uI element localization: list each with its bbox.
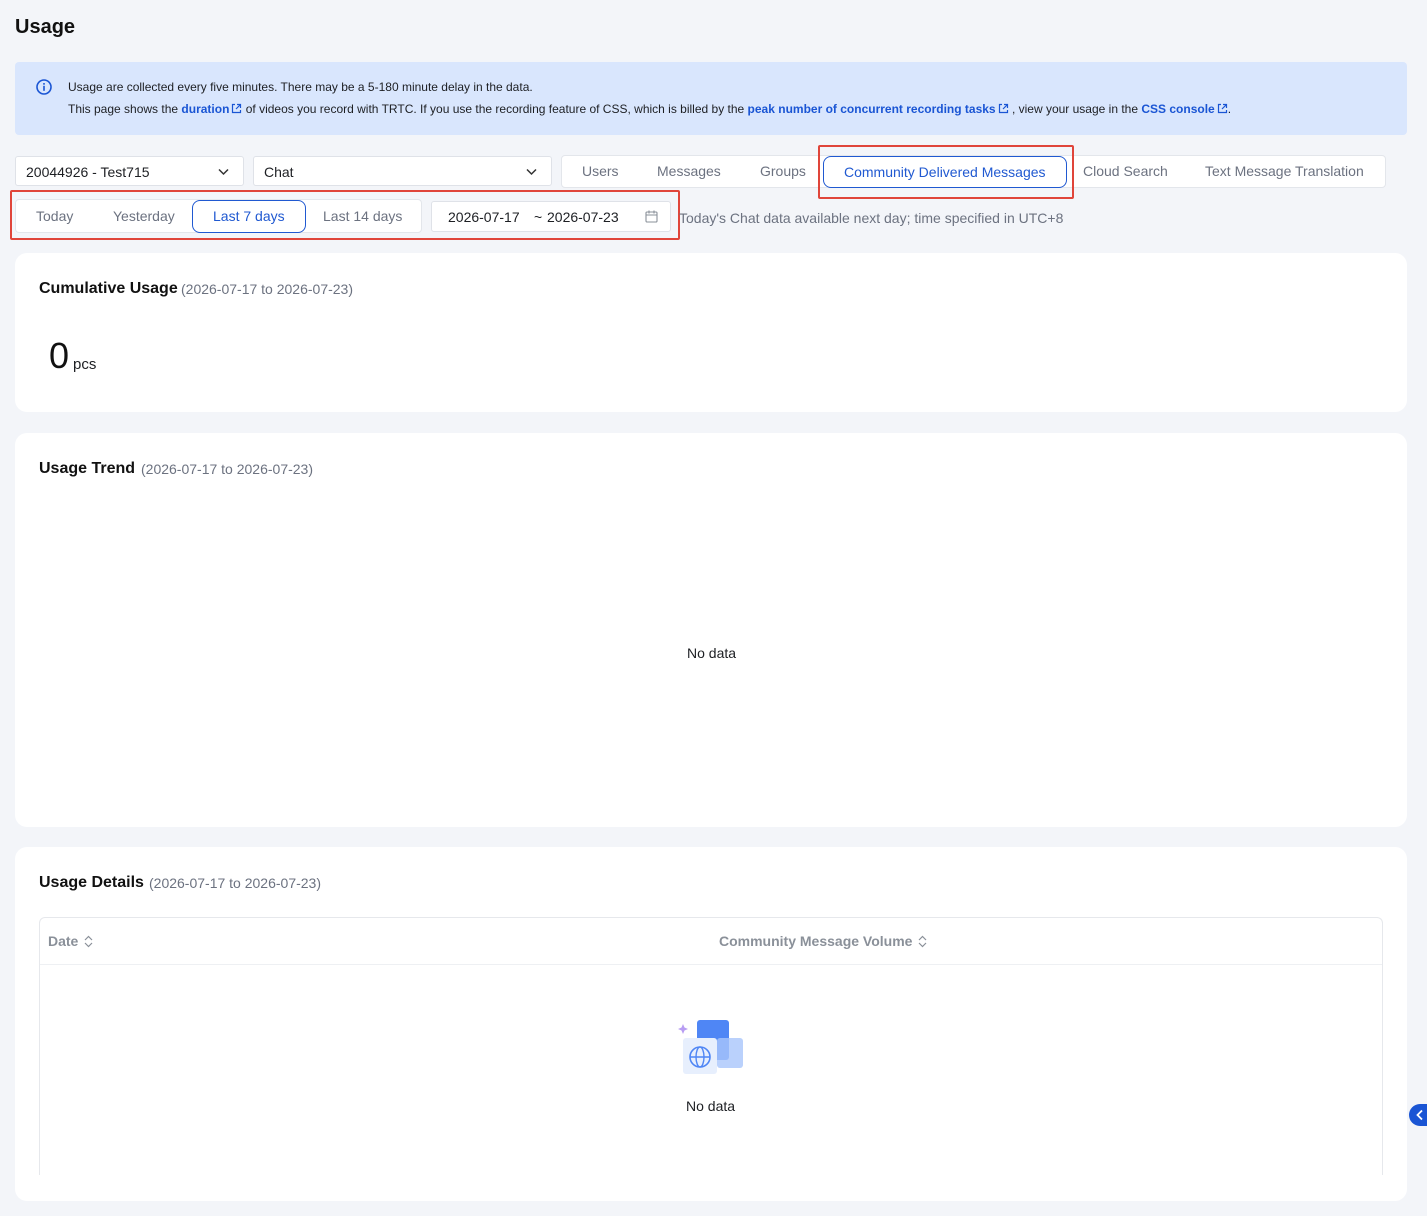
product-select-value: Chat [264, 164, 294, 180]
chevron-left-icon [1416, 1109, 1423, 1121]
start-date: 2026-07-17 [448, 209, 520, 225]
duration-link[interactable]: duration [181, 102, 242, 116]
usage-details-title: Usage Details [39, 874, 144, 891]
usage-details-table: Date Community Message Volume No data [39, 917, 1383, 1175]
app-select[interactable]: 20044926 - Test715 [15, 156, 244, 186]
notice-text: of videos you record with TRTC. If you u… [242, 102, 748, 116]
column-volume-header[interactable]: Community Message Volume [719, 933, 927, 949]
tab-messages[interactable]: Messages [657, 163, 721, 179]
info-banner: Usage are collected every five minutes. … [15, 62, 1407, 135]
info-icon [36, 79, 52, 95]
external-link-icon [998, 103, 1008, 114]
notice-text: This page shows the [68, 102, 182, 116]
product-tabs: Users Messages Groups Community Delivere… [561, 155, 1386, 188]
range-last-7-days-button[interactable]: Last 7 days [192, 200, 306, 233]
tab-text-message-translation[interactable]: Text Message Translation [1205, 163, 1364, 179]
tab-cloud-search[interactable]: Cloud Search [1083, 163, 1168, 179]
cumulative-usage-title: Cumulative Usage [39, 280, 178, 297]
trend-empty-text: No data [687, 645, 737, 661]
page-title: Usage [15, 16, 76, 38]
app-select-value: 20044926 - Test715 [26, 164, 150, 180]
column-date-header[interactable]: Date [48, 933, 93, 949]
tab-community-delivered-messages[interactable]: Community Delivered Messages [823, 156, 1067, 188]
css-console-link[interactable]: CSS console [1141, 102, 1227, 116]
side-panel-toggle[interactable] [1409, 1104, 1427, 1126]
usage-trend-range: (2026-07-17 to 2026-07-23) [141, 461, 314, 477]
cumulative-usage-range: (2026-07-17 to 2026-07-23) [181, 281, 354, 297]
notice-text: . [1227, 102, 1232, 116]
range-today-button[interactable]: Today [36, 208, 73, 224]
data-availability-hint: Today's Chat data available next day; ti… [679, 210, 1064, 226]
table-header: Date Community Message Volume [40, 918, 1382, 965]
date-separator: ~ [534, 209, 543, 225]
tab-users[interactable]: Users [582, 163, 619, 179]
notice-line-1: Usage are collected every five minutes. … [68, 80, 533, 94]
table-empty-text: No data [686, 1098, 736, 1114]
external-link-icon [1217, 103, 1227, 114]
end-date: 2026-07-23 [547, 209, 619, 225]
notice-text: , view your usage in the [1008, 102, 1142, 116]
sort-icon [84, 935, 93, 948]
product-select[interactable]: Chat [253, 156, 552, 186]
calendar-icon [645, 210, 658, 223]
usage-trend-title: Usage Trend [39, 460, 136, 477]
range-last-14-days-button[interactable]: Last 14 days [323, 208, 402, 224]
date-range-picker[interactable]: 2026-07-17 ~ 2026-07-23 [431, 201, 671, 232]
cumulative-usage-value: 0 [49, 335, 70, 376]
tab-groups[interactable]: Groups [760, 163, 806, 179]
usage-details-range: (2026-07-17 to 2026-07-23) [149, 875, 322, 891]
date-range-buttons: Today Yesterday Last 7 days Last 14 days [15, 199, 422, 233]
cumulative-usage-card: Cumulative Usage (2026-07-17 to 2026-07-… [15, 253, 1407, 412]
peak-tasks-link[interactable]: peak number of concurrent recording task… [748, 102, 1009, 116]
notice-line-2: This page shows the duration of videos y… [68, 102, 1231, 116]
empty-state-illustration-icon [678, 1020, 743, 1074]
cumulative-usage-unit: pcs [73, 356, 97, 373]
usage-details-card: Usage Details (2026-07-17 to 2026-07-23)… [15, 847, 1407, 1201]
range-yesterday-button[interactable]: Yesterday [113, 208, 175, 224]
usage-trend-card: Usage Trend (2026-07-17 to 2026-07-23) N… [15, 433, 1407, 827]
chevron-down-icon [526, 168, 537, 176]
external-link-icon [232, 103, 242, 114]
chevron-down-icon [218, 168, 229, 176]
sort-icon [919, 935, 927, 948]
